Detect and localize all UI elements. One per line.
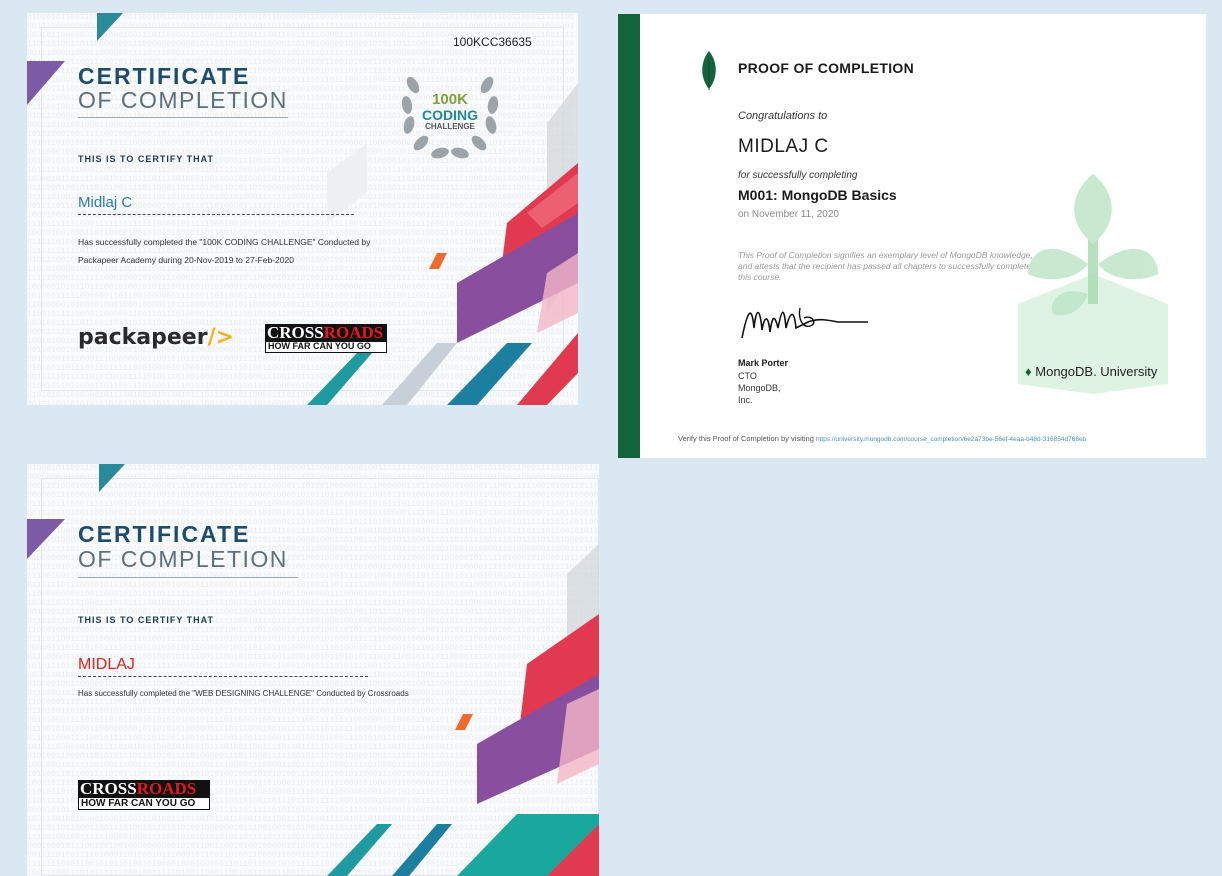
crossroads-logo: CROSSROADS HOW FAR CAN YOU GO: [265, 324, 387, 353]
signer-title: CTO: [738, 371, 757, 381]
proof-heading: PROOF OF COMPLETION: [738, 60, 915, 76]
crossroads-logo: CROSSROADS HOW FAR CAN YOU GO: [78, 780, 210, 810]
verify-link[interactable]: https://university.mongodb.com/course_co…: [816, 436, 1086, 443]
recipient-name: MIDLAJ: [78, 656, 135, 673]
certificate-title: CERTIFICATE: [78, 521, 251, 547]
mongodb-university-logo: ♦ MongoDB. University: [1025, 364, 1158, 379]
signer-org: MongoDB,: [738, 383, 781, 393]
badge-challenge: CHALLENGE: [425, 122, 475, 131]
mongodb-leaf-icon: [702, 51, 716, 90]
verify-line: Verify this Proof of Completion by visit…: [678, 434, 1087, 443]
certificate-cell-1: 0100010110011000101000110010011001001001…: [0, 0, 599, 460]
packapeer-logo: packapeer/>: [78, 325, 235, 350]
certificate-subtitle: OF COMPLETION: [78, 546, 288, 572]
100k-challenge-badge: 100K CODING CHALLENGE: [395, 65, 505, 165]
certify-label: THIS IS TO CERTIFY THAT: [78, 615, 215, 625]
completion-date: on November 11, 2020: [738, 209, 839, 220]
empty-cell: [601, 462, 1222, 876]
certificate-100k-coding: 0100010110011000101000110010011001001001…: [27, 13, 578, 405]
course-title: M001: MongoDB Basics: [738, 187, 897, 203]
completion-label: for successfully completing: [738, 170, 858, 181]
plant-illustration: [1018, 174, 1168, 394]
certificate-body-line-1: Has successfully completed the "100K COD…: [78, 237, 371, 247]
recipient-name: Midlaj C: [78, 194, 133, 211]
signature-image: [741, 307, 868, 339]
mongodb-proof-of-completion: PROOF OF COMPLETION Congratulations to M…: [618, 14, 1206, 458]
certificate-cell-3: 0100010110011000101000110010011001001001…: [0, 462, 599, 876]
green-stripe: [618, 14, 640, 458]
recipient-name: MIDLAJ C: [738, 136, 829, 157]
badge-coding: CODING: [422, 107, 478, 123]
signer-org-suffix: Inc.: [738, 395, 753, 405]
certificate-cell-2: PROOF OF COMPLETION Congratulations to M…: [601, 0, 1222, 460]
signer-name: Mark Porter: [738, 358, 789, 368]
leaf-icon: ♦: [1025, 364, 1032, 379]
certificate-body-line-2: Packapeer Academy during 20-Nov-2019 to …: [78, 255, 294, 265]
certificate-serial: 100KCC36635: [453, 35, 532, 49]
certificate-body-line-1: Has successfully completed the "WEB DESI…: [78, 689, 409, 698]
certify-label: THIS IS TO CERTIFY THAT: [78, 154, 215, 164]
certificate-title: CERTIFICATE: [78, 63, 251, 89]
proof-description: This Proof of Completion signifies an ex…: [738, 250, 1033, 282]
certificate-web-designing: 0100010110011000101000110010011001001001…: [27, 464, 599, 876]
certificate-subtitle: OF COMPLETION: [78, 87, 288, 113]
congrats-label: Congratulations to: [738, 110, 828, 122]
badge-100k: 100K: [432, 91, 468, 108]
